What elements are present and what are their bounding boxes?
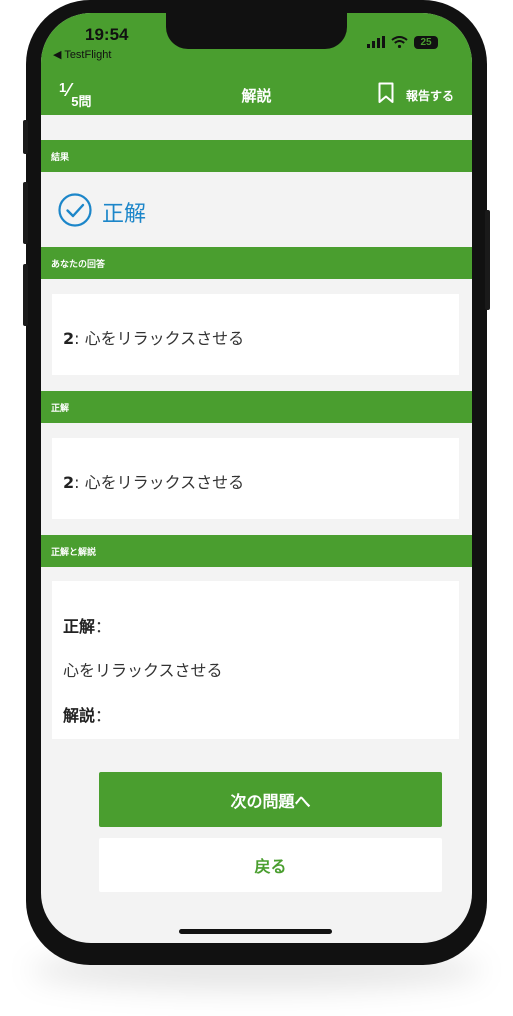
check-circle-icon [58,193,92,231]
explanation-body-label: 解説： [63,702,111,726]
explanation-answer-text: 心をリラックスさせる [63,661,223,680]
correct-answer-card: 2: 心をリラックスさせる [52,438,459,519]
volume-up-button [23,182,28,244]
wifi-icon [391,33,408,52]
notch [166,13,347,49]
power-button [485,210,490,310]
back-to-testflight-link[interactable]: ◀ TestFlight [53,48,111,61]
report-button[interactable]: 報告する [378,82,454,108]
correct-answer-line: 2: 心をリラックスさせる [63,469,244,493]
battery-icon: 25 [414,36,438,49]
section-header-your-answer: あなたの回答 [41,247,472,279]
section-header-result: 結果 [41,140,472,172]
home-indicator[interactable] [179,929,332,934]
explanation-card: 正解： 心をリラックスさせる 解説： [52,581,459,739]
mute-switch [23,120,28,154]
screen: 19:54 ◀ TestFlight 25 1⁄5問 解説 報告する 結果 正解… [41,13,472,943]
your-answer-line: 2: 心をリラックスさせる [63,325,244,349]
phone-frame: 19:54 ◀ TestFlight 25 1⁄5問 解説 報告する 結果 正解… [23,0,490,965]
bookmark-icon[interactable] [378,82,394,108]
signal-icon [367,33,385,52]
explanation-body-title: 解説 [63,706,96,725]
section-header-explanation: 正解と解説 [41,535,472,567]
your-answer-number: 2 [63,329,75,348]
your-answer-card: 2: 心をリラックスさせる [52,294,459,375]
next-question-button[interactable]: 次の問題へ [99,772,442,827]
report-label: 報告する [405,88,454,103]
correct-answer-number: 2 [63,473,75,492]
result-text: 正解 [102,202,147,227]
status-time: 19:54 [85,25,129,44]
correct-answer-text: : 心をリラックスさせる [74,473,245,492]
explanation-body-sep: ： [95,706,112,725]
section-header-correct: 正解 [41,391,472,423]
result-status: 正解 [58,193,146,231]
volume-down-button [23,264,28,326]
back-button[interactable]: 戻る [99,838,442,892]
explanation-answer-sep: ： [95,617,112,636]
your-answer-text: : 心をリラックスさせる [74,329,245,348]
nav-bar: 1⁄5問 解説 報告する [41,75,472,115]
status-icons: 25 [367,33,438,52]
explanation-answer-title: 正解 [63,617,96,636]
explanation-answer-label: 正解： [63,613,111,637]
